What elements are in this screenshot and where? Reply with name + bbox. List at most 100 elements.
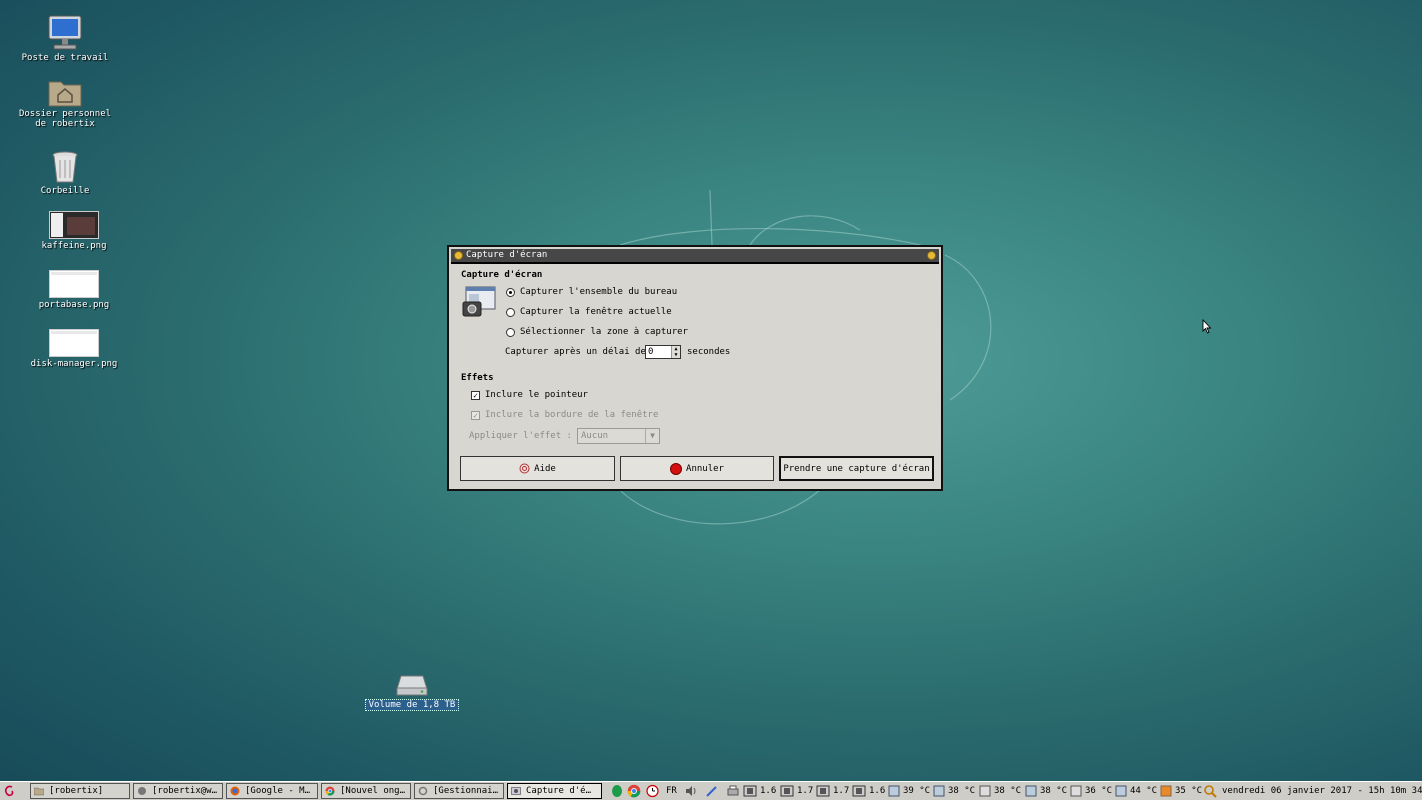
delay-label: Capturer après un délai de [505,347,646,357]
alarm-clock-icon[interactable] [645,783,660,798]
option-select-region[interactable]: Sélectionner la zone à capturer [506,327,688,337]
volume-icon[interactable] [684,784,698,798]
include-pointer-checkbox[interactable]: ✓ Inclure le pointeur [471,390,588,400]
task-label: Capture d'é… [526,786,592,796]
option-whole-desktop[interactable]: Capturer l'ensemble du bureau [506,287,677,297]
option-label: Capturer la fenêtre actuelle [520,307,672,317]
apply-effect-label: Appliquer l'effet : [469,431,572,441]
printer-icon[interactable] [726,784,740,798]
chrome-icon [325,786,335,796]
sensor-icon [1115,785,1127,797]
desktop-icon-label: portabase.png [38,300,110,310]
terminal-icon [138,787,146,795]
cpu-freq: 1.6 [869,786,886,796]
desktop-icon-volume[interactable]: Volume de 1,8 TB [362,673,462,711]
desktop-icon-label: kaffeine.png [41,241,107,251]
delay-unit: secondes [687,347,731,357]
search-icon[interactable] [1203,784,1217,798]
cpu-freq: 1.7 [797,786,814,796]
gear-icon [418,786,428,796]
cpu-icon [816,785,830,797]
delay-spinbox[interactable]: 0 ▲ ▼ [645,345,681,359]
help-button[interactable]: Aide [460,456,615,481]
cpu-icon [780,785,794,797]
screenshot-dialog: Capture d'écran [447,245,943,491]
cancel-icon [670,462,683,475]
desktop-icon-disk-manager[interactable]: disk-manager.png [24,329,124,369]
help-label: Aide [534,463,556,474]
cpu-icon [743,785,757,797]
option-current-window[interactable]: Capturer la fenêtre actuelle [506,307,672,317]
task-manager[interactable]: [Gestionnai… [414,783,504,799]
dialog-titlebar[interactable]: Capture d'écran [451,249,939,264]
task-screenshot[interactable]: Capture d'é… [507,783,602,799]
checkbox-label: Inclure la bordure de la fenêtre [485,410,659,420]
effect-select: Aucun ▼ [577,428,660,444]
task-robertix[interactable]: [robertix] [30,783,130,799]
take-screenshot-button[interactable]: Prendre une capture d'écran [779,456,934,481]
computer-icon [48,15,82,50]
take-screenshot-label: Prendre une capture d'écran [783,463,930,474]
checkbox-include-pointer[interactable]: ✓ [471,390,480,400]
cpu-icon [852,785,866,797]
task-chrome-new-tab[interactable]: [Nouvel ong… [321,783,411,799]
option-label: Capturer l'ensemble du bureau [520,287,678,297]
sensor-icon [1070,785,1082,797]
debian-menu-icon[interactable] [3,784,17,798]
radio-whole-desktop[interactable] [506,287,515,297]
desktop-icon-portabase[interactable]: portabase.png [24,270,124,310]
cpu-freq: 1.6 [760,786,777,796]
cancel-button[interactable]: Annuler [620,456,774,481]
task-firefox-google[interactable]: [Google - M… [226,783,318,799]
radio-current-window[interactable] [506,307,515,317]
sensor-icon [1160,785,1172,797]
dialog-title: Capture d'écran [466,250,548,260]
temperature: 44 °C [1130,786,1158,796]
screenshot-app-icon [462,286,496,317]
home-folder-icon [48,81,82,107]
sensor-icon [888,785,900,797]
sensor-icon [979,785,991,797]
chevron-down-icon: ▼ [645,429,659,443]
task-label: [robertix@w… [152,786,218,796]
desktop-icon-home-folder[interactable]: Dossier personnel de robertix [15,77,115,129]
mouse-pointer-icon [1202,319,1212,334]
temperature: 36 °C [1085,786,1113,796]
desktop-icon-label: disk-manager.png [30,359,118,369]
camera-icon [511,787,521,795]
task-terminal[interactable]: [robertix@w… [133,783,223,799]
pen-tool-icon[interactable] [705,784,719,798]
delay-value: 0 [648,347,654,357]
option-label: Sélectionner la zone à capturer [520,327,688,337]
desktop-icon-trash[interactable]: Corbeille [15,150,115,196]
desktop-icon-poste-de-travail[interactable]: Poste de travail [15,15,115,63]
chrome-tray-icon[interactable] [627,784,641,798]
spin-arrows-icon[interactable]: ▲ ▼ [671,346,680,358]
drive-icon [396,675,428,696]
temperature: 38 °C [1040,786,1068,796]
desktop-icon-kaffeine[interactable]: kaffeine.png [24,211,124,251]
status-leaf-icon[interactable] [610,784,624,798]
help-icon [519,463,530,474]
temperature: 38 °C [948,786,976,796]
task-label: [robertix] [49,786,104,796]
desktop-icon-label: Corbeille [40,186,90,196]
checkbox-include-border: ✓ [471,410,480,420]
close-icon[interactable] [927,251,936,260]
sensor-icon [933,785,945,797]
include-border-checkbox: ✓ Inclure la bordure de la fenêtre [471,410,658,420]
desktop-icon-label: Poste de travail [21,53,109,63]
radio-select-region[interactable] [506,327,515,337]
image-thumbnail-icon [49,211,99,239]
clock[interactable]: vendredi 06 janvier 2017 - 15h 10m 34s [1222,784,1422,798]
temperature: 38 °C [994,786,1022,796]
folder-icon [34,787,44,796]
temperature: 35 °C [1175,786,1203,796]
cpu-freq: 1.7 [833,786,850,796]
checkbox-label: Inclure le pointeur [485,390,588,400]
effect-value: Aucun [581,431,609,441]
window-menu-icon[interactable] [454,251,463,260]
taskbar: [robertix] [robertix@w… [Google - M… [No… [0,781,1422,800]
keyboard-layout[interactable]: FR [666,784,677,798]
task-label: [Google - M… [245,786,311,796]
